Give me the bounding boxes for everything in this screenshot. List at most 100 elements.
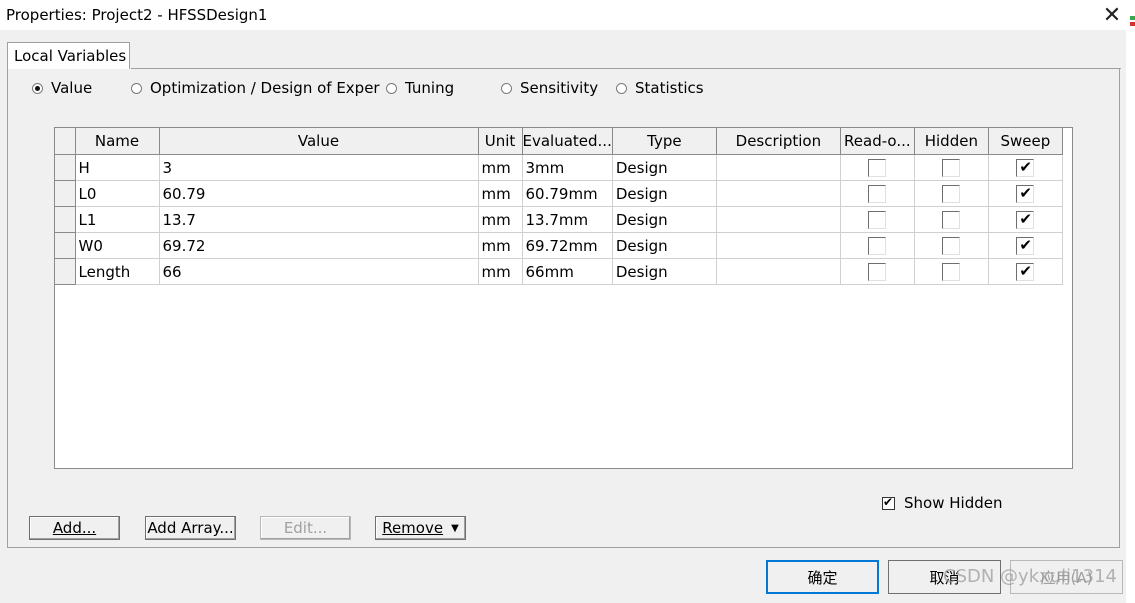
row-header[interactable] — [55, 180, 76, 207]
cell-readonly[interactable] — [840, 232, 915, 259]
radio-value[interactable]: Value — [32, 78, 92, 98]
tab-local-variables[interactable]: Local Variables — [7, 42, 130, 70]
variables-grid[interactable]: Name Value Unit Evaluated... Type Descri… — [54, 127, 1073, 469]
hidden-checkbox[interactable] — [942, 158, 961, 177]
radio-unselected-icon — [131, 82, 142, 94]
add-button-label: Add... — [52, 519, 97, 537]
table-row[interactable]: W0 69.72 mm 69.72mm Design — [55, 232, 1063, 259]
show-hidden-checkbox[interactable] — [882, 495, 895, 510]
sweep-checkbox[interactable] — [1016, 210, 1035, 229]
edit-button-label: Edit... — [283, 519, 328, 537]
cell-name[interactable]: H — [75, 154, 160, 181]
column-header-description[interactable]: Description — [716, 128, 841, 155]
cell-description[interactable] — [716, 258, 841, 285]
readonly-checkbox[interactable] — [868, 262, 887, 281]
cell-hidden[interactable] — [914, 180, 989, 207]
cell-description[interactable] — [716, 154, 841, 181]
column-header-sweep[interactable]: Sweep — [988, 128, 1063, 155]
cell-description[interactable] — [716, 180, 841, 207]
hidden-checkbox[interactable] — [942, 184, 961, 203]
background-indicator-green — [1130, 16, 1135, 20]
cell-sweep[interactable] — [988, 258, 1063, 285]
close-icon[interactable]: ✕ — [1089, 0, 1135, 30]
show-hidden-option[interactable]: Show Hidden — [882, 494, 1002, 512]
hidden-checkbox[interactable] — [942, 262, 961, 281]
cell-name[interactable]: W0 — [75, 232, 160, 259]
cell-sweep[interactable] — [988, 232, 1063, 259]
row-header[interactable] — [55, 206, 76, 233]
column-header-readonly[interactable]: Read-o... — [840, 128, 915, 155]
cell-value[interactable]: 69.72 — [159, 232, 479, 259]
cell-readonly[interactable] — [840, 154, 915, 181]
cell-name[interactable]: L0 — [75, 180, 160, 207]
row-header[interactable] — [55, 232, 76, 259]
radio-tuning[interactable]: Tuning — [386, 78, 454, 98]
row-header[interactable] — [55, 154, 76, 181]
radio-statistics[interactable]: Statistics — [616, 78, 704, 98]
cell-hidden[interactable] — [914, 154, 989, 181]
cell-readonly[interactable] — [840, 180, 915, 207]
add-array-button-label: Add Array... — [147, 519, 234, 537]
cell-evaluated: 69.72mm — [522, 232, 613, 259]
cell-description[interactable] — [716, 232, 841, 259]
cell-value[interactable]: 60.79 — [159, 180, 479, 207]
cell-unit[interactable]: mm — [478, 180, 523, 207]
cell-sweep[interactable] — [988, 154, 1063, 181]
column-header-name[interactable]: Name — [75, 128, 160, 155]
cell-unit[interactable]: mm — [478, 232, 523, 259]
radio-label-value: Value — [51, 79, 93, 97]
cell-sweep[interactable] — [988, 206, 1063, 233]
column-header-evaluated[interactable]: Evaluated... — [522, 128, 613, 155]
hidden-checkbox[interactable] — [942, 210, 961, 229]
column-header-hidden[interactable]: Hidden — [914, 128, 989, 155]
hidden-checkbox[interactable] — [942, 236, 961, 255]
add-button[interactable]: Add... — [29, 516, 120, 540]
cell-description[interactable] — [716, 206, 841, 233]
remove-button[interactable]: Remove ▼ — [375, 516, 466, 540]
column-header-type[interactable]: Type — [612, 128, 717, 155]
cell-readonly[interactable] — [840, 258, 915, 285]
cell-value[interactable]: 13.7 — [159, 206, 479, 233]
radio-optimization[interactable]: Optimization / Design of Exper — [131, 78, 380, 98]
dropdown-arrow-icon: ▼ — [451, 522, 459, 534]
radio-label-statistics: Statistics — [635, 79, 704, 97]
cell-value[interactable]: 66 — [159, 258, 479, 285]
cell-unit[interactable]: mm — [478, 258, 523, 285]
table-row[interactable]: L0 60.79 mm 60.79mm Design — [55, 180, 1063, 207]
cell-evaluated: 66mm — [522, 258, 613, 285]
cell-value[interactable]: 3 — [159, 154, 479, 181]
radio-sensitivity[interactable]: Sensitivity — [501, 78, 598, 98]
cell-name[interactable]: Length — [75, 258, 160, 285]
cell-evaluated: 60.79mm — [522, 180, 613, 207]
table-row[interactable]: Length 66 mm 66mm Design — [55, 258, 1063, 285]
cell-readonly[interactable] — [840, 206, 915, 233]
table-row[interactable]: H 3 mm 3mm Design — [55, 154, 1063, 181]
column-header-unit[interactable]: Unit — [478, 128, 523, 155]
readonly-checkbox[interactable] — [868, 158, 887, 177]
ok-button[interactable]: 确定 — [766, 560, 879, 594]
cell-hidden[interactable] — [914, 206, 989, 233]
readonly-checkbox[interactable] — [868, 236, 887, 255]
readonly-checkbox[interactable] — [868, 210, 887, 229]
readonly-checkbox[interactable] — [868, 184, 887, 203]
radio-unselected-icon — [386, 82, 397, 94]
row-header[interactable] — [55, 258, 76, 285]
sweep-checkbox[interactable] — [1016, 184, 1035, 203]
cell-type: Design — [612, 258, 717, 285]
cell-hidden[interactable] — [914, 258, 989, 285]
radio-unselected-icon — [616, 82, 627, 94]
edit-button[interactable]: Edit... — [260, 516, 351, 540]
cell-sweep[interactable] — [988, 180, 1063, 207]
sweep-checkbox[interactable] — [1016, 236, 1035, 255]
add-array-button[interactable]: Add Array... — [145, 516, 236, 540]
column-header-value[interactable]: Value — [159, 128, 479, 155]
radio-label-optimization: Optimization / Design of Exper — [150, 79, 380, 97]
cell-unit[interactable]: mm — [478, 206, 523, 233]
sweep-checkbox[interactable] — [1016, 158, 1035, 177]
watermark-text: CSDN @ykxuli1314 — [943, 566, 1117, 587]
cell-unit[interactable]: mm — [478, 154, 523, 181]
cell-hidden[interactable] — [914, 232, 989, 259]
cell-name[interactable]: L1 — [75, 206, 160, 233]
sweep-checkbox[interactable] — [1016, 262, 1035, 281]
table-row[interactable]: L1 13.7 mm 13.7mm Design — [55, 206, 1063, 233]
